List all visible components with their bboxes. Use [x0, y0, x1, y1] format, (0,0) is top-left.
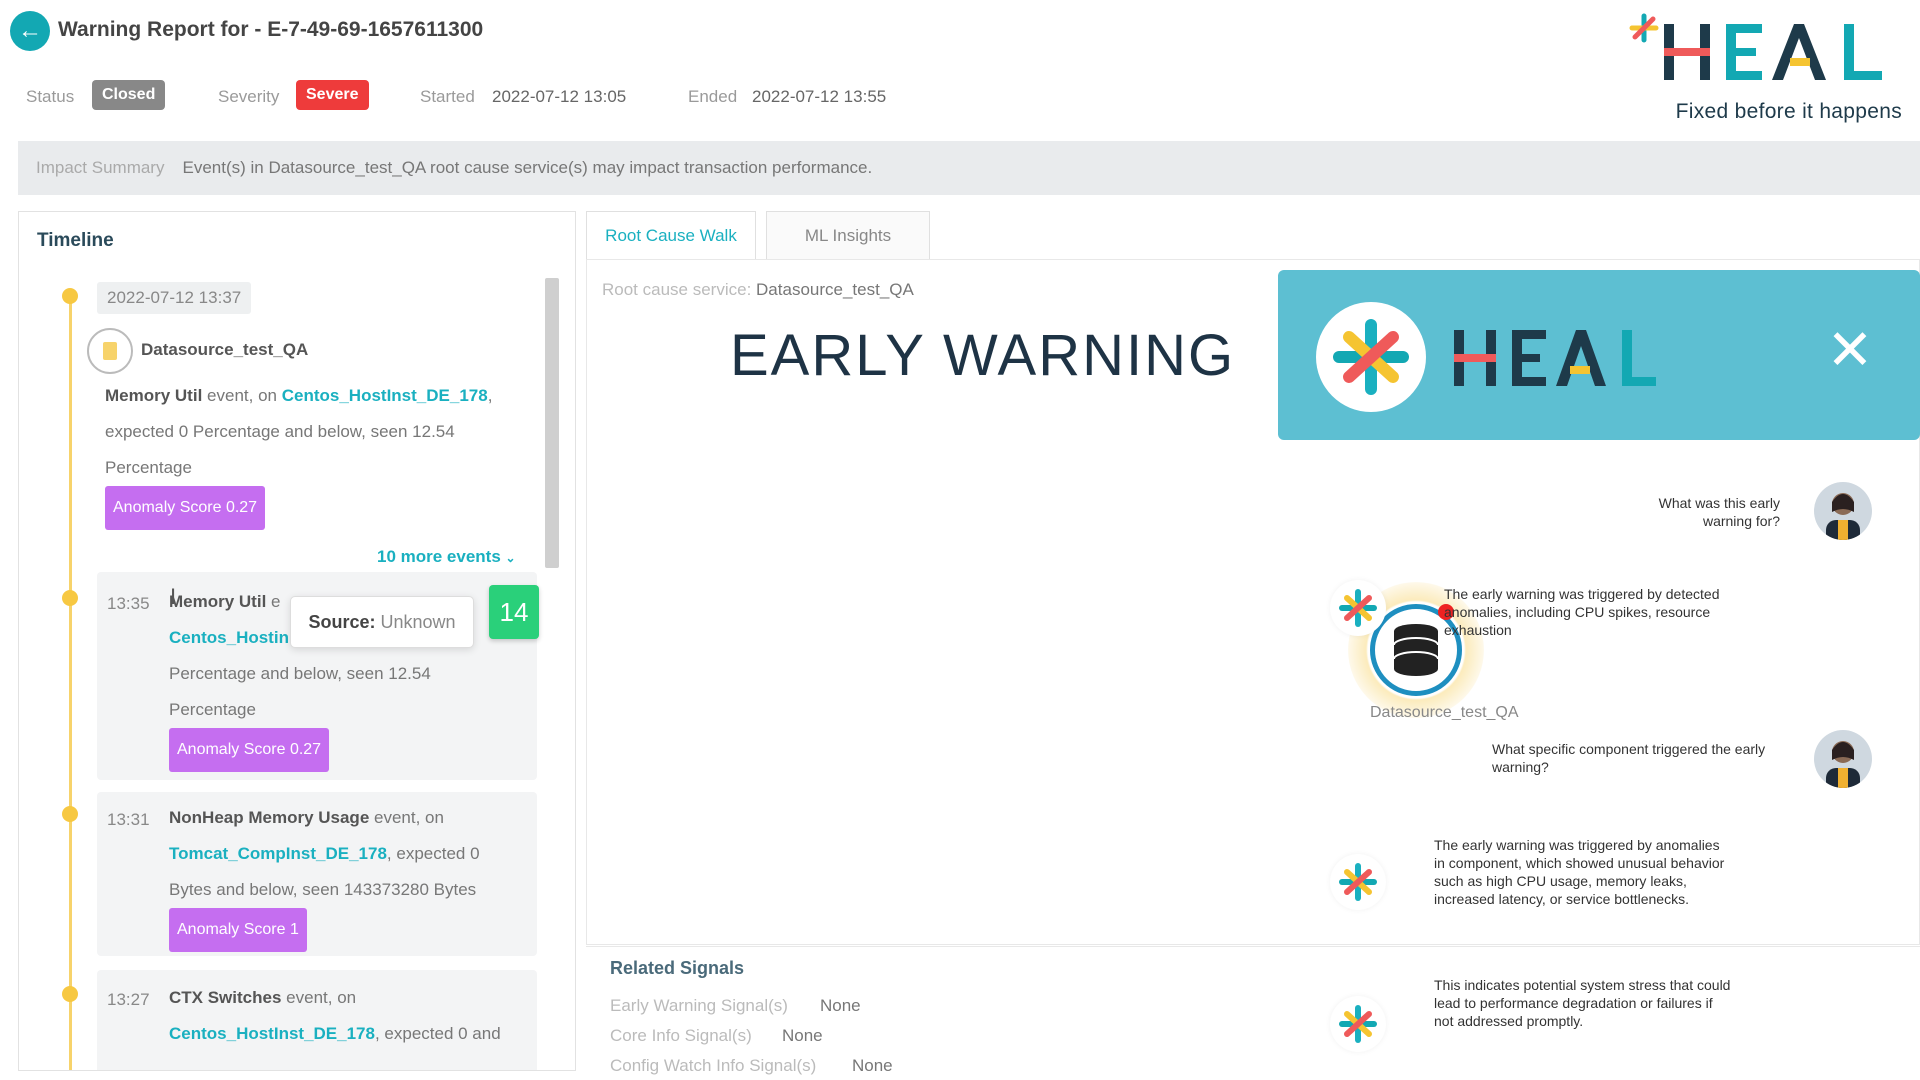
event-detail-unit: Percentage [105, 458, 192, 477]
timeline-dot [62, 806, 78, 822]
chat-bot-message: The early warning was triggered by anoma… [1434, 837, 1725, 907]
event-on: event, on [374, 808, 444, 827]
brand-logo: Fixed before it happens [1622, 8, 1902, 128]
heal-asterisk-icon [1316, 302, 1426, 412]
event-detail: Bytes and below, seen 143373280 Bytes [169, 880, 477, 899]
event-count-badge[interactable]: 14 [489, 585, 539, 639]
event-metric: CTX Switches [169, 988, 282, 1007]
timeline-dot [62, 590, 78, 606]
signal-value: None [782, 1026, 823, 1045]
node-label: Datasource_test_QA [1370, 704, 1519, 721]
signal-value: None [820, 996, 861, 1015]
event-metric: NonHeap Memory Usage [169, 808, 370, 827]
arrow-left-icon: ← [18, 17, 42, 44]
timeline-title: Timeline [37, 230, 114, 251]
more-events-link[interactable]: 10 more events ⌄ [377, 547, 516, 567]
impact-summary: Impact Summary Event(s) in Datasource_te… [18, 141, 1920, 195]
impact-label: Impact Summary [36, 158, 165, 177]
chevron-down-icon: ⌄ [505, 551, 516, 565]
event-on: event, on [207, 386, 277, 405]
started-value: 2022-07-12 13:05 [492, 87, 627, 106]
person-icon [1826, 741, 1860, 788]
event-time: 13:35 [107, 594, 150, 613]
signal-label: Early Warning Signal(s) [610, 996, 788, 1015]
event-item: NonHeap Memory Usage event, on Tomcat_Co… [169, 800, 529, 952]
event-metric: Memory Util [169, 592, 267, 611]
event-detail-unit: Percentage [169, 700, 256, 719]
anomaly-score-badge: Anomaly Score 1 [169, 908, 307, 952]
event-detail-prefix: , expected 0 [386, 844, 480, 863]
impact-text: Event(s) in Datasource_test_QA root caus… [182, 158, 873, 177]
status-badge: Closed [92, 80, 166, 110]
started-label: Started [420, 87, 475, 106]
bot-icon [1330, 854, 1386, 910]
severity-badge: Severe [296, 80, 369, 110]
tab-root-cause-walk[interactable]: Root Cause Walk [586, 211, 756, 259]
event-fragment: e [271, 592, 281, 611]
page-title: Warning Report for - E-7-49-69-165761130… [58, 18, 484, 41]
event-detail: expected 0 Percentage and below, seen 12… [105, 422, 455, 441]
bot-icon [1330, 580, 1386, 636]
signal-label: Core Info Signal(s) [610, 1026, 752, 1045]
host-link[interactable]: Centos_Hostin [169, 628, 289, 647]
signal-label: Config Watch Info Signal(s) [610, 1056, 817, 1075]
signal-value: None [852, 1056, 893, 1075]
event-item: CTX Switches event, on Centos_HostInst_D… [169, 980, 529, 1052]
event-detail-prefix: , expected 0 and [374, 1024, 501, 1043]
timeline-date: 2022-07-12 13:37 [97, 282, 252, 314]
tab-ml-insights[interactable]: ML Insights [766, 211, 930, 259]
timeline-dot [62, 288, 78, 304]
timeline-scrollbar[interactable] [545, 278, 559, 568]
service-icon [87, 328, 133, 374]
text-cursor-icon: I [170, 584, 177, 609]
chat-user-message: What specific component triggered the ea… [1492, 741, 1766, 775]
early-warning-heading: EARLY WARNING [730, 323, 1236, 388]
close-icon[interactable]: ✕ [1820, 320, 1880, 380]
related-signals-title: Related Signals [610, 958, 745, 978]
ended-label: Ended [688, 87, 738, 106]
host-link[interactable]: Tomcat_CompInst_DE_178 [169, 844, 387, 863]
asterisk-icon [1339, 863, 1377, 901]
status-label: Status [26, 87, 75, 106]
user-avatar [1814, 730, 1872, 788]
root-cause-label: Root cause service: [602, 280, 752, 299]
event-detail: Percentage and below, seen 12.54 [169, 664, 431, 683]
timeline-line [69, 294, 72, 1070]
asterisk-icon [1339, 589, 1377, 627]
anomaly-score-badge: Anomaly Score 0.27 [169, 728, 330, 772]
database-icon [103, 342, 117, 360]
event-item[interactable]: Memory Util event, on Centos_HostInst_DE… [105, 378, 525, 530]
event-on: event, on [286, 988, 357, 1007]
brand-tagline: Fixed before it happens [1675, 100, 1902, 123]
root-cause-service: Root cause service: Datasource_test_QA [602, 280, 914, 300]
host-link[interactable]: Centos_HostInst_DE_178 [282, 386, 488, 405]
heal-banner: ✕ [1278, 270, 1920, 440]
ended-value: 2022-07-12 13:55 [752, 87, 887, 106]
chat-user-message: What was this early warning for? [1658, 495, 1780, 529]
root-cause-value: Datasource_test_QA [756, 280, 914, 299]
asterisk-icon [1333, 319, 1409, 395]
user-avatar [1814, 482, 1872, 540]
timeline-dot [62, 986, 78, 1002]
event-time: 13:27 [107, 990, 150, 1009]
chat-bot-message: The early warning was triggered by detec… [1444, 586, 1720, 638]
database-icon [1393, 624, 1439, 676]
tooltip-label: Source: [308, 611, 376, 632]
service-name: Datasource_test_QA [141, 340, 309, 359]
person-icon [1826, 493, 1860, 540]
event-metric: Memory Util [105, 386, 203, 405]
severity-label: Severity [218, 87, 280, 106]
heal-logo-icon [1629, 13, 1882, 80]
heal-wordmark-icon [1454, 330, 1656, 386]
host-link[interactable]: Centos_HostInst_DE_178 [169, 1024, 375, 1043]
event-time: 13:31 [107, 810, 150, 829]
tooltip-value: Unknown [380, 611, 456, 632]
anomaly-score-badge: Anomaly Score 0.27 [105, 486, 266, 530]
source-tooltip: Source: Unknown [290, 596, 474, 648]
back-button[interactable]: ← [10, 11, 50, 51]
